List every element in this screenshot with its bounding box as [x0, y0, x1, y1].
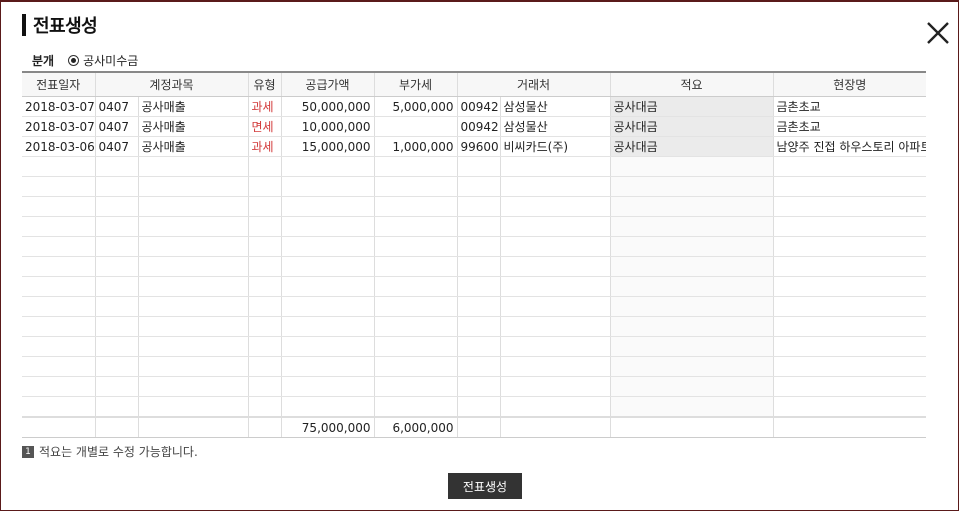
- empty-row: [22, 316, 927, 337]
- cell-vat: [373, 116, 458, 137]
- cell-type: 과세: [247, 136, 282, 157]
- create-voucher-button[interactable]: 전표생성: [448, 473, 522, 499]
- cell-site: 금촌초교: [772, 96, 927, 117]
- cell-supply: 10,000,000: [280, 116, 375, 137]
- cell-date: 2018-03-06: [22, 136, 95, 157]
- cell-memo-editable[interactable]: 공사대금: [609, 96, 774, 117]
- table-header-row: 전표일자 계정과목 유형 공급가액 부가세 거래처 적요 현장명: [22, 71, 927, 97]
- total-supply: 75,000,000: [280, 416, 375, 438]
- cell-client-code: 00942: [456, 116, 501, 137]
- empty-row: [22, 376, 927, 397]
- empty-row: [22, 356, 927, 377]
- cell-type: 면세: [247, 116, 282, 137]
- empty-row: [22, 396, 927, 418]
- empty-row: [22, 236, 927, 257]
- col-header-type: 유형: [247, 71, 282, 97]
- col-header-client: 거래처: [456, 71, 611, 97]
- table-row[interactable]: 2018-03-07 0407 공사매출 면세 10,000,000 00942…: [22, 116, 927, 137]
- cell-site: 남양주 진접 하우스토리 아파트: [772, 136, 927, 157]
- col-header-account: 계정과목: [94, 71, 249, 97]
- empty-row: [22, 176, 927, 197]
- title-marker: [22, 13, 26, 36]
- empty-row: [22, 196, 927, 217]
- total-vat: 6,000,000: [373, 416, 458, 438]
- dialog-header: 전표생성: [22, 13, 98, 37]
- memo-edit-note: 1 적요는 개별로 수정 가능합니다.: [22, 443, 198, 460]
- cell-client-name: 삼성물산: [499, 96, 611, 117]
- col-header-site: 현장명: [772, 71, 927, 97]
- empty-row: [22, 336, 927, 357]
- cell-type: 과세: [247, 96, 282, 117]
- close-icon: [927, 22, 949, 44]
- cell-site: 금촌초교: [772, 116, 927, 137]
- cell-client-name: 비씨카드(주): [499, 136, 611, 157]
- voucher-table: 전표일자 계정과목 유형 공급가액 부가세 거래처 적요 현장명 2018-03…: [22, 71, 927, 438]
- cell-account-code: 0407: [94, 116, 138, 137]
- cell-client-code: 00942: [456, 96, 501, 117]
- cell-vat: 1,000,000: [373, 136, 458, 157]
- col-header-supply: 공급가액: [280, 71, 375, 97]
- dialog-title: 전표생성: [33, 15, 98, 37]
- note-number-badge: 1: [22, 445, 34, 458]
- empty-row: [22, 156, 927, 177]
- table-row[interactable]: 2018-03-06 0407 공사매출 과세 15,000,000 1,000…: [22, 136, 927, 157]
- cell-supply: 50,000,000: [280, 96, 375, 117]
- cell-client-name: 삼성물산: [499, 116, 611, 137]
- radio-button-construction-receivable[interactable]: [68, 55, 80, 66]
- cell-account-name: 공사매출: [137, 116, 249, 137]
- empty-row: [22, 216, 927, 237]
- cell-client-code: 99600: [456, 136, 501, 157]
- cell-supply: 15,000,000: [280, 136, 375, 157]
- close-button[interactable]: [925, 20, 951, 46]
- cell-memo-editable[interactable]: 공사대금: [609, 136, 774, 157]
- filter-label: 분개: [32, 54, 55, 68]
- journal-filter: 분개 공사미수금: [32, 52, 138, 69]
- cell-date: 2018-03-07: [22, 96, 95, 117]
- empty-row: [22, 256, 927, 277]
- col-header-vat: 부가세: [373, 71, 458, 97]
- cell-date: 2018-03-07: [22, 116, 95, 137]
- cell-account-code: 0407: [94, 136, 138, 157]
- cell-vat: 5,000,000: [373, 96, 458, 117]
- col-header-date: 전표일자: [22, 71, 95, 97]
- empty-row: [22, 276, 927, 297]
- note-text: 적요는 개별로 수정 가능합니다.: [39, 445, 198, 459]
- col-header-memo: 적요: [609, 71, 774, 97]
- table-row[interactable]: 2018-03-07 0407 공사매출 과세 50,000,000 5,000…: [22, 96, 927, 117]
- cell-memo-editable[interactable]: 공사대금: [609, 116, 774, 137]
- cell-account-name: 공사매출: [137, 96, 249, 117]
- cell-account-code: 0407: [94, 96, 138, 117]
- radio-label[interactable]: 공사미수금: [83, 52, 138, 69]
- total-row: 75,000,000 6,000,000: [22, 416, 927, 438]
- cell-account-name: 공사매출: [137, 136, 249, 157]
- empty-row: [22, 296, 927, 317]
